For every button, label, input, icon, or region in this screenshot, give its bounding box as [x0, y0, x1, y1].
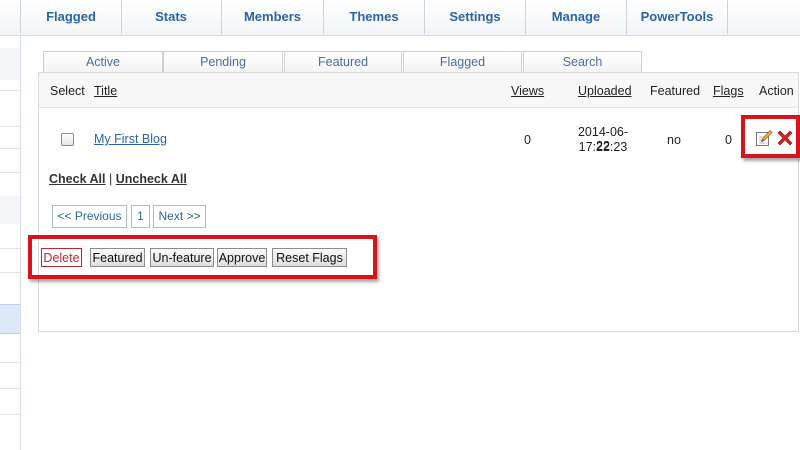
- header-featured: Featured: [650, 84, 701, 98]
- previous-page-button[interactable]: << Previous: [52, 205, 127, 228]
- sidebar-divider: [0, 148, 20, 149]
- tab-search[interactable]: Search: [523, 51, 642, 73]
- sidebar-divider: [0, 272, 20, 273]
- row-select-checkbox[interactable]: [61, 133, 74, 146]
- row-views: 0: [524, 133, 531, 147]
- table-header: Select Title Views Uploaded Featured Fla…: [39, 73, 798, 108]
- top-navigation: Flagged Stats Members Themes Settings Ma…: [0, 0, 800, 36]
- sidebar-divider: [0, 414, 20, 415]
- tab-pending[interactable]: Pending: [163, 51, 283, 73]
- header-uploaded[interactable]: Uploaded: [578, 73, 632, 107]
- content-panel: Select Title Views Uploaded Featured Fla…: [38, 72, 799, 332]
- header-title[interactable]: Title: [94, 73, 117, 107]
- row-title-link[interactable]: My First Blog: [94, 132, 167, 146]
- sidebar-divider: [0, 172, 20, 173]
- nav-flagged[interactable]: Flagged: [20, 0, 122, 34]
- check-all-link[interactable]: Check All: [49, 172, 106, 186]
- nav-powertools[interactable]: PowerTools: [627, 0, 728, 34]
- sidebar-divider: [0, 362, 20, 363]
- tab-featured[interactable]: Featured: [284, 51, 402, 73]
- row-flags: 0: [725, 133, 732, 147]
- current-page-button[interactable]: 1: [131, 205, 150, 228]
- nav-members[interactable]: Members: [222, 0, 324, 34]
- header-action: Action: [759, 84, 794, 98]
- tab-flagged[interactable]: Flagged: [403, 51, 522, 73]
- header-select: Select: [50, 84, 85, 98]
- selection-controls: Check All | Uncheck All: [49, 172, 187, 186]
- sidebar-section: [0, 48, 20, 80]
- sidebar-section: [0, 196, 20, 224]
- sidebar-divider: [0, 90, 20, 91]
- action-icons-highlight: [741, 115, 800, 158]
- uncheck-all-link[interactable]: Uncheck All: [116, 172, 187, 186]
- nav-settings[interactable]: Settings: [425, 0, 526, 34]
- sidebar-item-selected[interactable]: [0, 304, 20, 334]
- sidebar-divider: [0, 248, 20, 249]
- nav-stats[interactable]: Stats: [121, 0, 222, 34]
- header-flags[interactable]: Flags: [713, 73, 744, 107]
- row-featured: no: [667, 133, 681, 147]
- sidebar-divider: [0, 388, 20, 389]
- tab-active[interactable]: Active: [43, 51, 163, 73]
- sidebar: [0, 36, 21, 450]
- bulk-actions-highlight: [28, 235, 377, 279]
- nav-themes[interactable]: Themes: [324, 0, 425, 34]
- next-page-button[interactable]: Next >>: [153, 205, 206, 228]
- header-views[interactable]: Views: [511, 73, 544, 107]
- nav-manage[interactable]: Manage: [526, 0, 627, 34]
- selection-separator: |: [109, 172, 113, 186]
- sidebar-divider: [0, 126, 20, 127]
- row-uploaded-time: 17:22:23: [578, 140, 628, 154]
